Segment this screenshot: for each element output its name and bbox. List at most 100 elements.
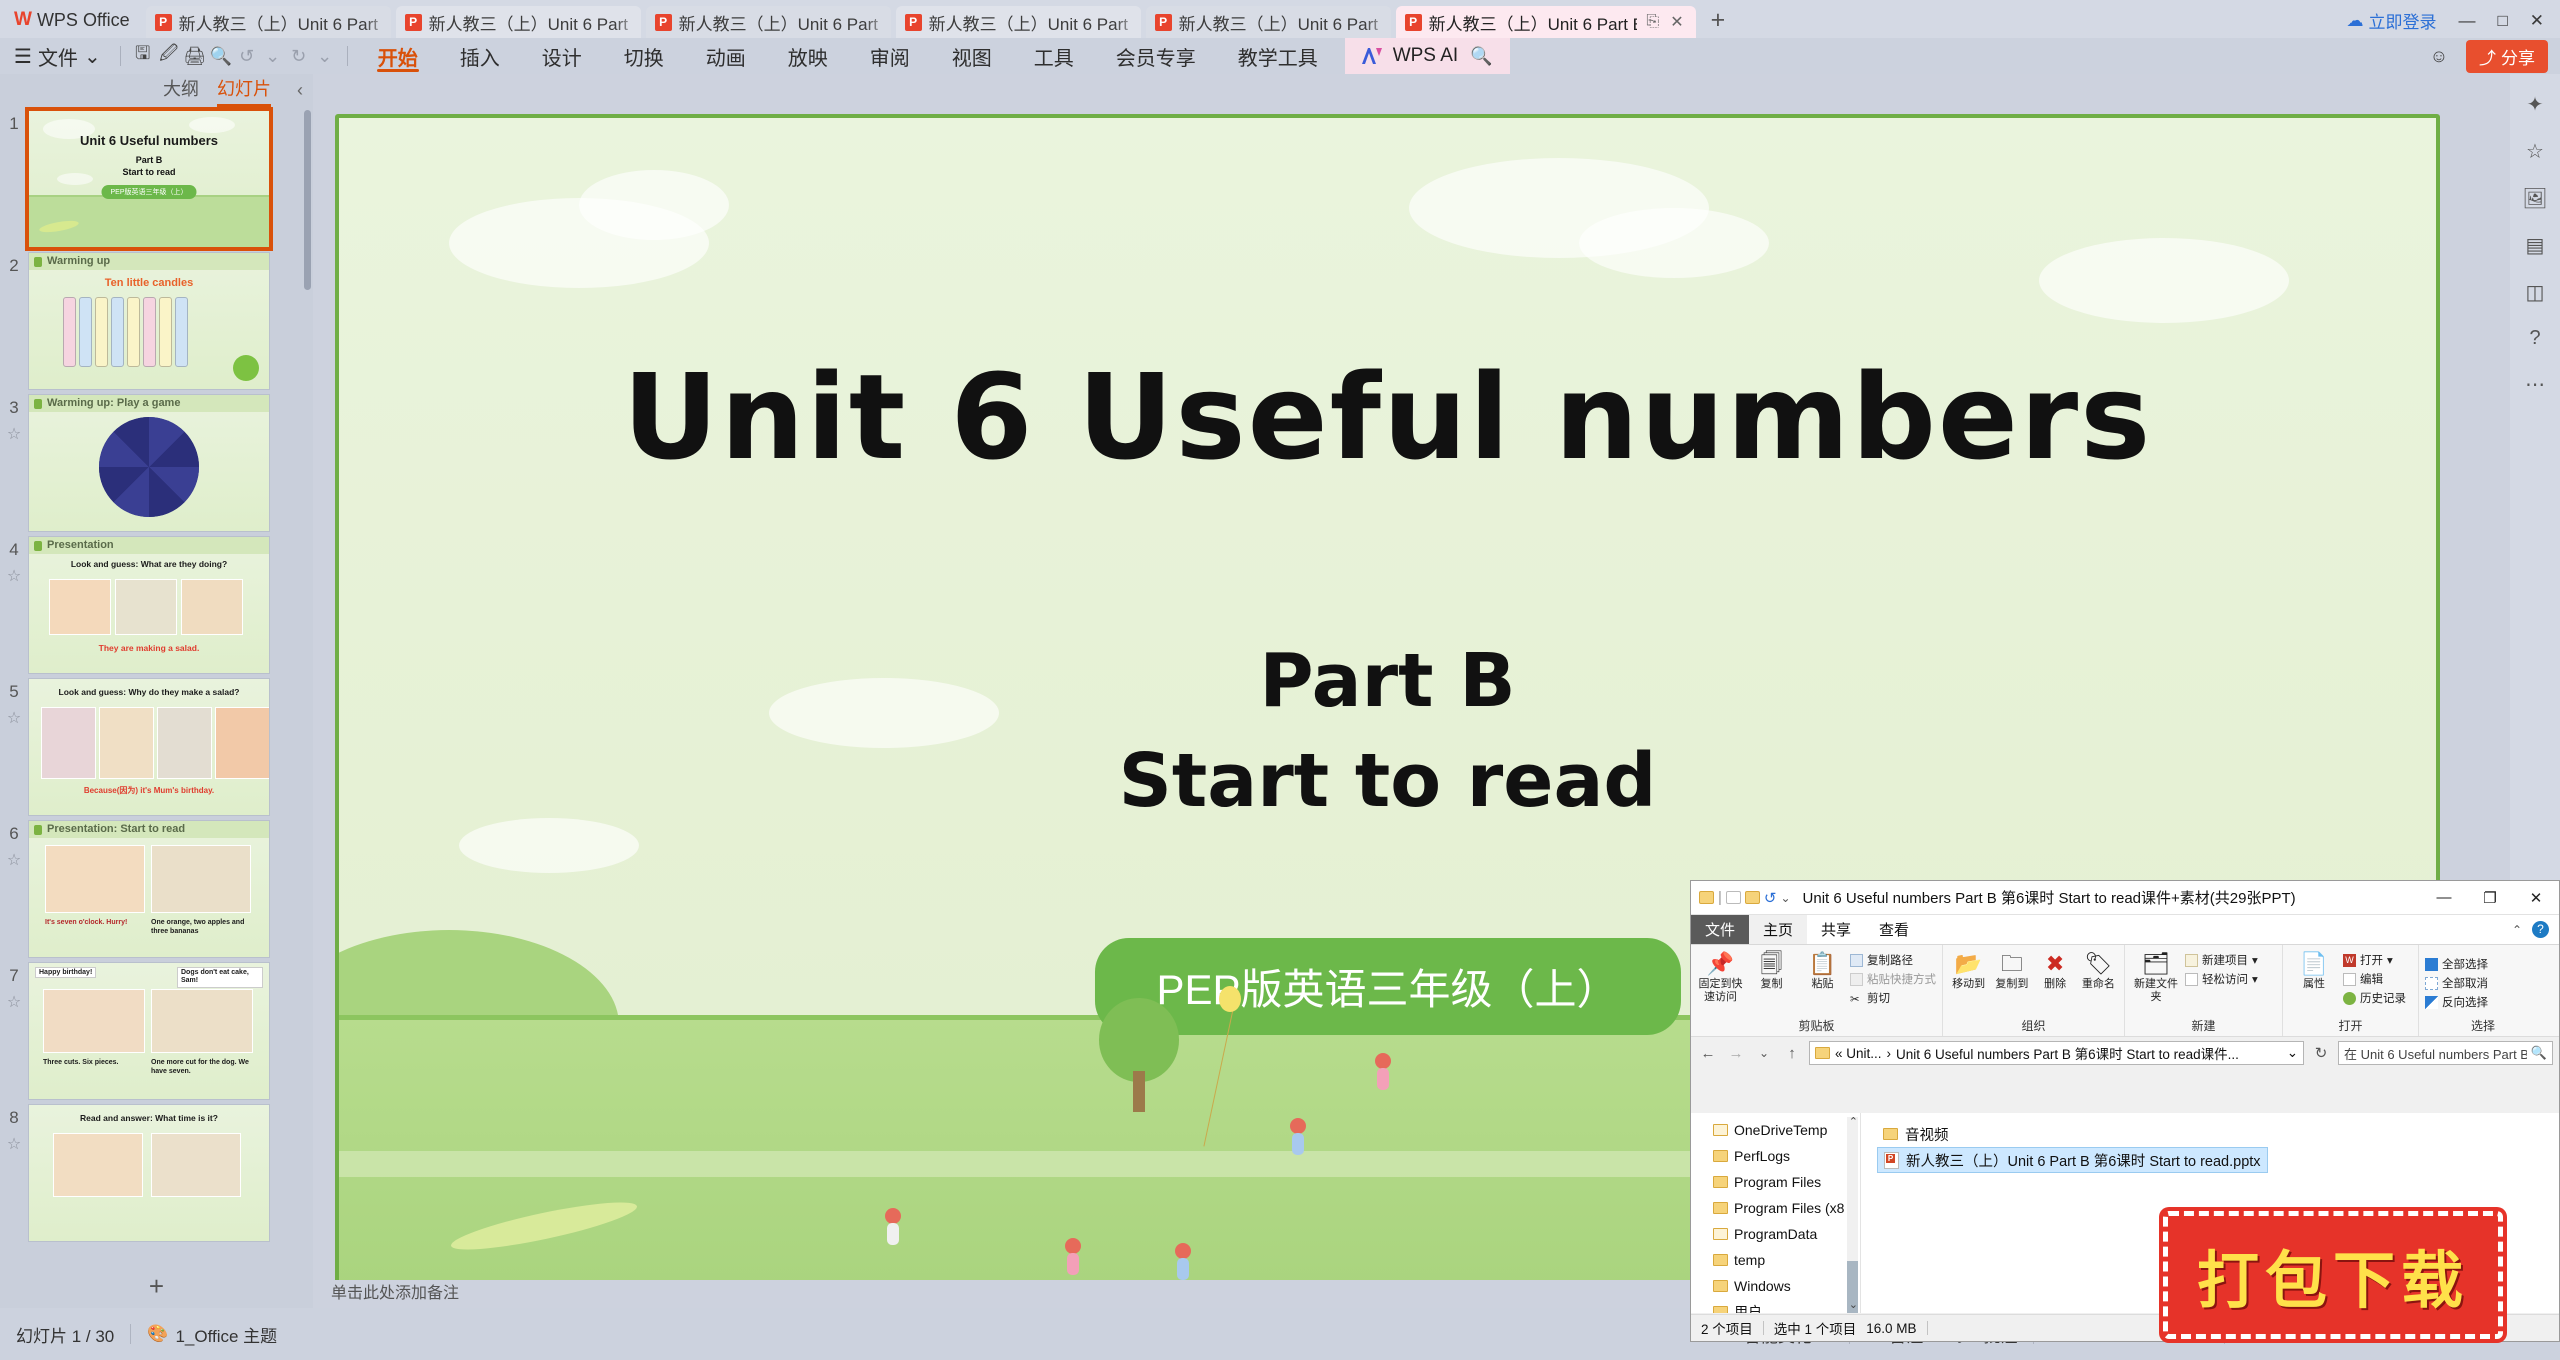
window-maximize-button[interactable]: □ <box>2497 11 2507 31</box>
tree-item-users[interactable]: 用户 <box>1691 1299 1860 1313</box>
tree-item-programdata[interactable]: ProgramData <box>1691 1221 1860 1247</box>
chevron-down-icon[interactable]: ⌄ <box>2287 1045 2298 1061</box>
tree-item-onedrivetemp[interactable]: OneDriveTemp <box>1691 1117 1860 1143</box>
open-button[interactable]: W 打开 ▾ <box>2343 952 2406 968</box>
move-to-button[interactable]: 📂 移动到 <box>1949 948 1988 991</box>
undo-icon[interactable]: ↺ <box>234 43 260 69</box>
help-circle-icon[interactable]: ? <box>2529 327 2540 350</box>
tree-item-windows[interactable]: Windows <box>1691 1273 1860 1299</box>
explorer-menu-file[interactable]: 文件 <box>1691 915 1750 944</box>
forward-button[interactable]: → <box>1725 1045 1747 1062</box>
explorer-menu-share[interactable]: 共享 <box>1807 915 1865 944</box>
history-button[interactable]: 历史记录 <box>2343 990 2406 1006</box>
thumbnail-list[interactable]: 1 Unit 6 Useful numbers Part B Start to … <box>0 106 313 1270</box>
chevron-down-icon[interactable]: ⌄ <box>1780 891 1790 905</box>
copy-path-button[interactable]: 复制路径 <box>1850 952 1936 968</box>
thumbnail-slide-3[interactable]: Warming up: Play a game <box>28 394 270 532</box>
ribbon-tab-start[interactable]: 开始 <box>357 38 439 74</box>
paste-shortcut-button[interactable]: 粘贴快捷方式 <box>1850 971 1936 987</box>
audio-button-icon[interactable] <box>233 355 259 381</box>
panel-scrollbar-thumb[interactable] <box>304 110 311 290</box>
explorer-menu-view[interactable]: 查看 <box>1865 915 1923 944</box>
thumbnail-slide-8[interactable]: Read and answer: What time is it? <box>28 1104 270 1242</box>
invert-selection-button[interactable]: 反向选择 <box>2425 994 2488 1010</box>
new-tab-button[interactable]: + <box>1701 6 1740 38</box>
thumbnail-row[interactable]: 1 Unit 6 Useful numbers Part B Start to … <box>0 106 313 251</box>
undo-icon[interactable]: ↺ <box>1764 889 1777 907</box>
properties-button[interactable]: 📄 属性 <box>2289 948 2339 991</box>
thumbnail-row[interactable]: 7 ☆ Happy birthday! Dogs don't eat cake,… <box>0 958 313 1100</box>
add-slide-button[interactable]: + <box>0 1271 313 1302</box>
select-none-button[interactable]: 全部取消 <box>2425 975 2488 991</box>
find-icon[interactable]: 🔍 <box>208 43 234 69</box>
image-icon[interactable]: 🖼 <box>2522 186 2547 211</box>
file-row-folder[interactable]: 音视频 <box>1877 1121 2559 1147</box>
help-icon[interactable]: ? <box>2532 921 2549 938</box>
thumbnail-slide-4[interactable]: Presentation Look and guess: What are th… <box>28 536 270 674</box>
quickaccess-more-icon[interactable]: ⌄ <box>312 43 338 69</box>
tab-close-icon[interactable]: ✕ <box>1668 12 1685 32</box>
refresh-button[interactable]: ↻ <box>2310 1044 2332 1062</box>
copy-button[interactable]: 🗐 复制 <box>1748 948 1795 991</box>
thumbnail-row[interactable]: 8 ☆ Read and answer: What time is it? <box>0 1100 313 1242</box>
file-menu-button[interactable]: ☰ 文件 ⌄ <box>0 42 111 71</box>
ribbon-tab-slideshow[interactable]: 放映 <box>767 38 849 74</box>
document-tab-3[interactable]: P 新人教三（上）Unit 6 Part A 第3课时 <box>645 6 891 38</box>
delete-button[interactable]: ✖ 删除 <box>2036 948 2075 991</box>
explorer-minimize-button[interactable]: — <box>2421 881 2467 914</box>
save-icon[interactable]: 🖫 <box>130 43 156 69</box>
shapes-icon[interactable]: ◫ <box>2526 280 2545 305</box>
explorer-navigation-pane[interactable]: OneDriveTemp PerfLogs Program Files Prog… <box>1691 1113 1861 1313</box>
ribbon-tab-teaching-tools[interactable]: 教学工具 <box>1217 38 1339 74</box>
new-folder-button[interactable]: 🗂 新建文件夹 <box>2131 948 2181 1003</box>
thumbnail-row[interactable]: 2 Warming up Ten little candles <box>0 248 313 390</box>
print-icon[interactable]: 🖨 <box>182 43 208 69</box>
layers-icon[interactable]: ▤ <box>2526 233 2545 258</box>
ribbon-tab-tools[interactable]: 工具 <box>1013 38 1095 74</box>
document-tab-5[interactable]: P 新人教三（上）Unit 6 Part B 第5课时 <box>1145 6 1391 38</box>
recent-locations-button[interactable]: ⌄ <box>1753 1046 1775 1060</box>
copy-to-button[interactable]: 🗀 复制到 <box>1992 948 2031 991</box>
rename-button[interactable]: 🏷 重命名 <box>2079 948 2118 991</box>
back-button[interactable]: ← <box>1697 1045 1719 1062</box>
tree-item-program-files[interactable]: Program Files <box>1691 1169 1860 1195</box>
explorer-maximize-button[interactable]: ❐ <box>2467 881 2513 914</box>
thumbnail-row[interactable]: 6 ☆ Presentation: Start to read It's sev… <box>0 816 313 958</box>
thumbnail-row[interactable]: 4 ☆ Presentation Look and guess: What ar… <box>0 532 313 674</box>
ribbon-tab-design[interactable]: 设计 <box>521 38 603 74</box>
redo-icon[interactable]: ↻ <box>286 43 312 69</box>
up-button[interactable]: ↑ <box>1781 1045 1803 1062</box>
chevron-left-icon[interactable]: ‹ <box>297 80 303 101</box>
sign-in-button[interactable]: ☁ 立即登录 <box>2346 8 2436 33</box>
ribbon-tab-member[interactable]: 会员专享 <box>1095 38 1217 74</box>
window-minimize-button[interactable]: — <box>2458 11 2475 31</box>
easy-access-button[interactable]: 轻松访问 ▾ <box>2185 971 2258 987</box>
tab-restore-icon[interactable]: ⎘ <box>1644 13 1661 31</box>
ribbon-tab-insert[interactable]: 插入 <box>439 38 521 74</box>
wps-ai-button[interactable]: WPS AI 🔍 <box>1344 38 1511 74</box>
thumbnail-slide-1[interactable]: Unit 6 Useful numbers Part B Start to re… <box>25 107 273 251</box>
properties-icon[interactable] <box>1725 891 1741 904</box>
thumbnail-slide-7[interactable]: Happy birthday! Dogs don't eat cake, Sam… <box>28 962 270 1100</box>
tree-item-perflogs[interactable]: PerfLogs <box>1691 1143 1860 1169</box>
search-icon[interactable]: 🔍 <box>1468 43 1494 69</box>
document-tab-6-active[interactable]: P 新人教三（上）Unit 6 Part B ⎘ ✕ <box>1395 6 1696 38</box>
print-preview-icon[interactable]: 🖉 <box>156 43 182 69</box>
breadcrumb[interactable]: « Unit... › Unit 6 Useful numbers Part B… <box>1809 1041 2304 1065</box>
window-close-button[interactable]: ✕ <box>2530 11 2544 31</box>
edit-button[interactable]: 编辑 <box>2343 971 2406 987</box>
ribbon-tab-review[interactable]: 审阅 <box>849 38 931 74</box>
explorer-close-button[interactable]: ✕ <box>2513 881 2559 914</box>
search-input[interactable]: 在 Unit 6 Useful numbers Part B... 🔍 <box>2338 1041 2553 1065</box>
more-icon[interactable]: ⋯ <box>2525 372 2545 397</box>
ribbon-tab-animation[interactable]: 动画 <box>685 38 767 74</box>
chevron-up-icon[interactable]: ⌃ <box>2512 923 2522 937</box>
tree-item-program-files-x86[interactable]: Program Files (x8 <box>1691 1195 1860 1221</box>
sparkle-icon[interactable]: ✦ <box>2527 92 2544 117</box>
thumbnail-slide-6[interactable]: Presentation: Start to read It's seven o… <box>28 820 270 958</box>
share-button[interactable]: ⤴ 分享 <box>2466 39 2548 73</box>
document-tab-1[interactable]: P 新人教三（上）Unit 6 Part A 第1课时 <box>145 6 391 38</box>
thumbnail-row[interactable]: 3 ☆ Warming up: Play a game <box>0 390 313 532</box>
thumbnail-row[interactable]: 5 ☆ Look and guess: Why do they make a s… <box>0 674 313 816</box>
file-row-pptx-selected[interactable]: 新人教三（上）Unit 6 Part B 第6课时 Start to read.… <box>1877 1147 2268 1173</box>
